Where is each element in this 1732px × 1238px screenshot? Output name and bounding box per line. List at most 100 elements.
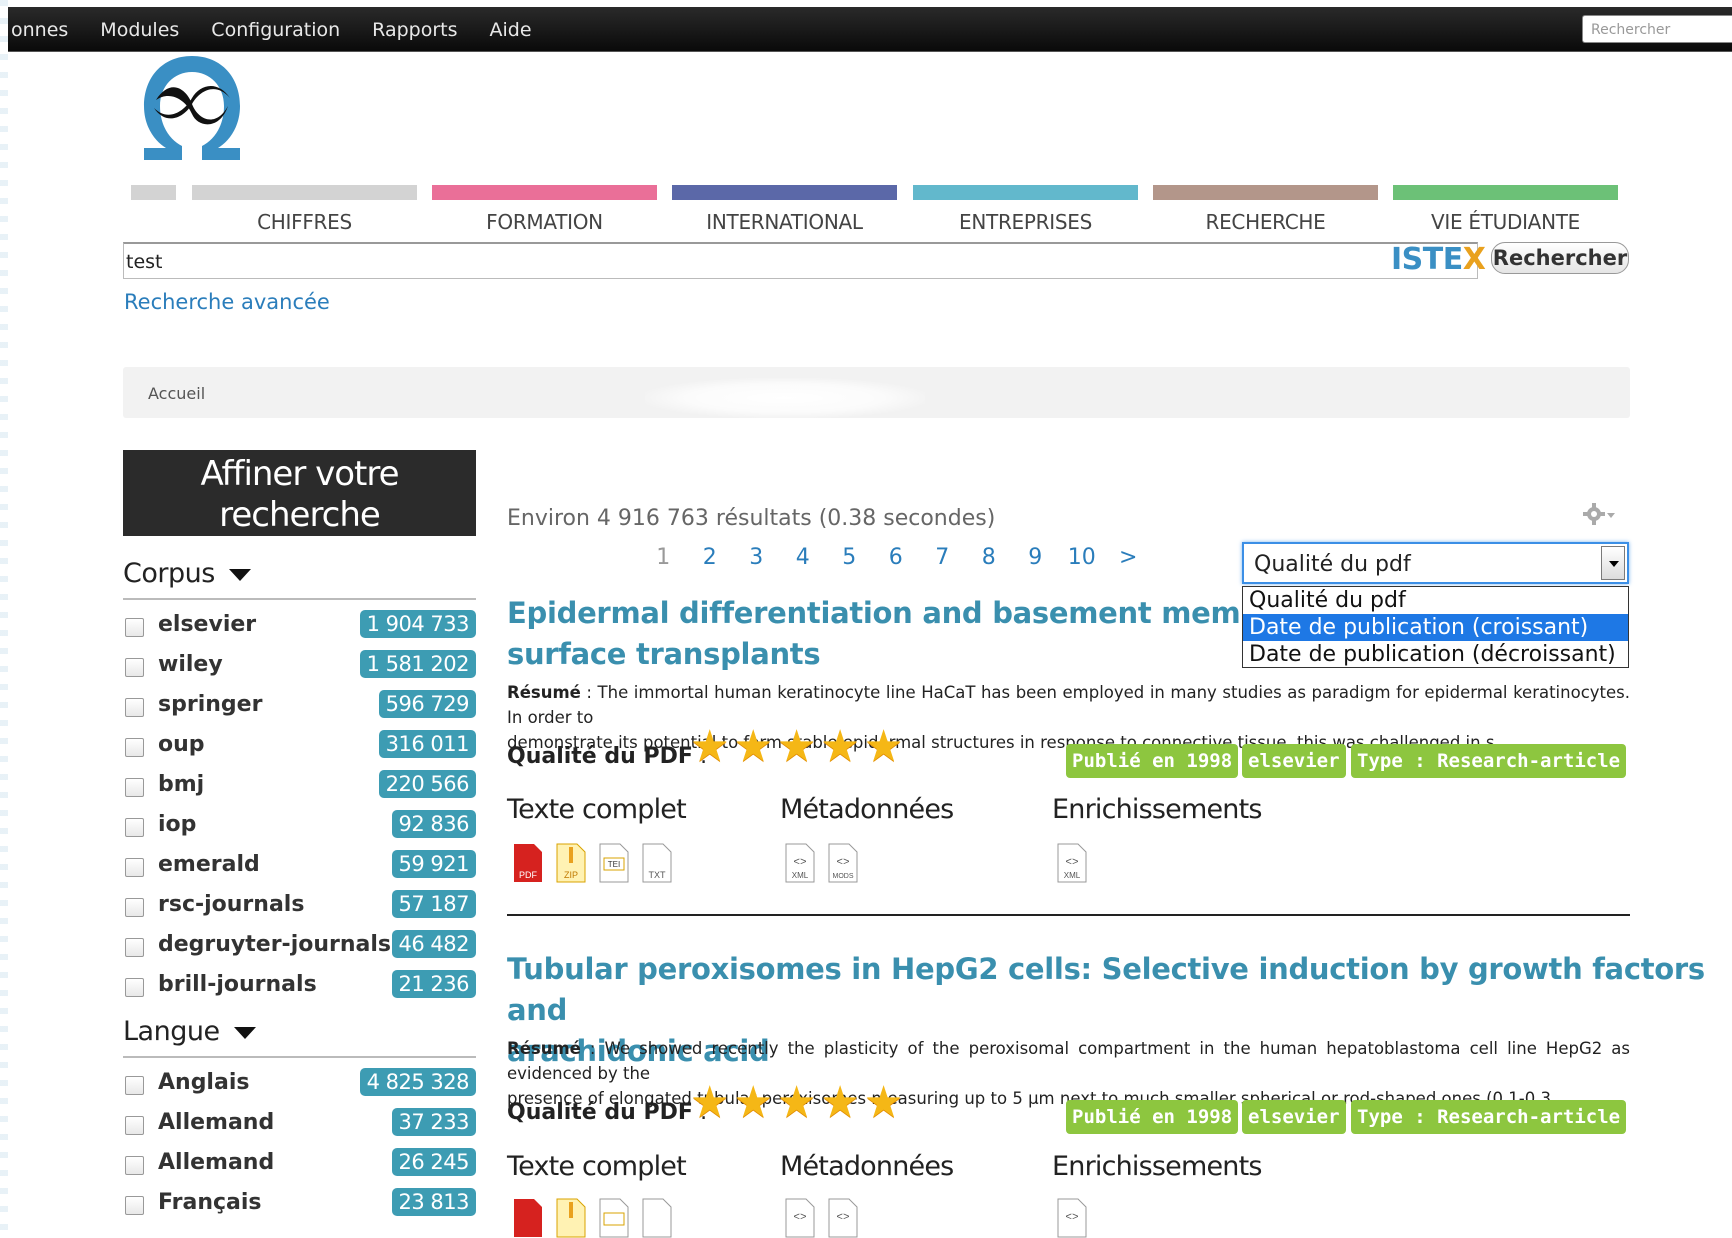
facet-item-brill-journals[interactable]: brill-journals 21 236 bbox=[123, 968, 476, 1004]
facet-item-anglais[interactable]: Anglais 4 825 328 bbox=[123, 1066, 476, 1102]
nav-color-bar-small bbox=[131, 185, 176, 200]
search-button[interactable]: Rechercher bbox=[1491, 242, 1629, 274]
checkbox[interactable] bbox=[125, 1196, 144, 1215]
facet-item-francais[interactable]: Français 23 813 bbox=[123, 1186, 476, 1222]
facet-item-iop[interactable]: iop 92 836 bbox=[123, 808, 476, 844]
page-7[interactable]: 7 bbox=[919, 545, 966, 570]
zip-file-icon[interactable] bbox=[556, 1198, 586, 1238]
nav-chiffres[interactable]: CHIFFRES bbox=[192, 210, 417, 234]
checkbox[interactable] bbox=[125, 898, 144, 917]
facet-langue-title[interactable]: Langue bbox=[123, 1016, 256, 1047]
nav-formation[interactable]: FORMATION bbox=[432, 210, 657, 234]
pagination: 1 2 3 4 5 6 7 8 9 10 > bbox=[640, 545, 1152, 570]
facet-item-springer[interactable]: springer 596 729 bbox=[123, 688, 476, 724]
xml-file-icon[interactable]: <> XML bbox=[785, 843, 815, 883]
facet-item-bmj[interactable]: bmj 220 566 bbox=[123, 768, 476, 804]
facet-corpus-title[interactable]: Corpus bbox=[123, 558, 251, 589]
checkbox[interactable] bbox=[125, 738, 144, 757]
menu-item-aide[interactable]: Aide bbox=[490, 19, 532, 41]
facet-item-oup[interactable]: oup 316 011 bbox=[123, 728, 476, 764]
checkbox[interactable] bbox=[125, 658, 144, 677]
svg-text:<>: <> bbox=[793, 857, 806, 869]
sort-option-date-desc[interactable]: Date de publication (décroissant) bbox=[1243, 641, 1628, 668]
pdf-file-icon[interactable]: PDF bbox=[513, 843, 543, 883]
caret-down-icon bbox=[233, 1026, 256, 1039]
breadcrumb-home[interactable]: Accueil bbox=[148, 384, 205, 403]
nav-color-bar-international bbox=[672, 185, 897, 200]
facet-item-degruyter-journals[interactable]: degruyter-journals 46 482 bbox=[123, 928, 476, 964]
star-icon: ★ bbox=[863, 1078, 904, 1127]
sort-option-qualite[interactable]: Qualité du pdf bbox=[1243, 587, 1628, 614]
tei-file-icon[interactable]: TEI bbox=[599, 843, 629, 883]
dropdown-arrow-icon[interactable] bbox=[1601, 546, 1625, 580]
svg-text:ZIP: ZIP bbox=[564, 870, 578, 880]
facet-item-elsevier[interactable]: elsevier 1 904 733 bbox=[123, 608, 476, 644]
mods-file-icon[interactable]: <> bbox=[828, 1198, 858, 1238]
tag-published[interactable]: Publié en 1998 bbox=[1066, 1100, 1239, 1134]
zip-file-icon[interactable]: ZIP bbox=[556, 843, 586, 883]
facet-item-allemand[interactable]: Allemand 37 233 bbox=[123, 1106, 476, 1142]
svg-text:<>: <> bbox=[1065, 1212, 1078, 1224]
checkbox[interactable] bbox=[125, 1076, 144, 1095]
facet-item-allemand-2[interactable]: Allemand 26 245 bbox=[123, 1146, 476, 1182]
checkbox[interactable] bbox=[125, 938, 144, 957]
facet-item-emerald[interactable]: emerald 59 921 bbox=[123, 848, 476, 884]
nav-recherche[interactable]: RECHERCHE bbox=[1153, 210, 1378, 234]
menu-item-rapports[interactable]: Rapports bbox=[372, 19, 457, 41]
xml-file-icon[interactable]: <> bbox=[785, 1198, 815, 1238]
checkbox[interactable] bbox=[125, 858, 144, 877]
page-2[interactable]: 2 bbox=[687, 545, 734, 570]
nav-vie-etudiante[interactable]: VIE ÉTUDIANTE bbox=[1393, 210, 1618, 234]
pdf-quality-label: Qualité du PDF : bbox=[507, 1100, 708, 1125]
checkbox[interactable] bbox=[125, 618, 144, 637]
xml-enrichment-icon[interactable]: <> bbox=[1057, 1198, 1087, 1238]
nav-international[interactable]: INTERNATIONAL bbox=[672, 210, 897, 234]
page-8[interactable]: 8 bbox=[966, 545, 1013, 570]
menu-item-personnes[interactable]: onnes bbox=[11, 19, 68, 41]
txt-file-icon[interactable]: TXT bbox=[642, 843, 672, 883]
nav-color-bar-chiffres bbox=[192, 185, 417, 200]
redaction-smudge bbox=[645, 378, 925, 418]
count-badge: 220 566 bbox=[378, 770, 476, 798]
star-icon: ★ bbox=[690, 1078, 730, 1127]
nav-entreprises[interactable]: ENTREPRISES bbox=[913, 210, 1138, 234]
page-6[interactable]: 6 bbox=[873, 545, 920, 570]
checkbox[interactable] bbox=[125, 778, 144, 797]
tag-type[interactable]: Type : Research-article bbox=[1351, 744, 1627, 778]
xml-enrichment-icon[interactable]: <> XML bbox=[1057, 843, 1087, 883]
tag-published[interactable]: Publié en 1998 bbox=[1066, 744, 1239, 778]
menu-item-modules[interactable]: Modules bbox=[100, 19, 179, 41]
advanced-search-link[interactable]: Recherche avancée bbox=[124, 290, 330, 314]
facet-item-wiley[interactable]: wiley 1 581 202 bbox=[123, 648, 476, 684]
txt-file-icon[interactable] bbox=[642, 1198, 672, 1238]
checkbox[interactable] bbox=[125, 1116, 144, 1135]
page-3[interactable]: 3 bbox=[733, 545, 780, 570]
page-9[interactable]: 9 bbox=[1012, 545, 1059, 570]
tag-corpus[interactable]: elsevier bbox=[1242, 1100, 1346, 1134]
tei-file-icon[interactable] bbox=[599, 1198, 629, 1238]
mods-file-icon[interactable]: <> MODS bbox=[828, 843, 858, 883]
count-badge: 23 813 bbox=[391, 1188, 476, 1216]
settings-gear-icon[interactable] bbox=[1582, 501, 1616, 527]
checkbox[interactable] bbox=[125, 1156, 144, 1175]
search-input[interactable]: test bbox=[123, 242, 1478, 279]
page-4[interactable]: 4 bbox=[780, 545, 827, 570]
sort-option-date-asc[interactable]: Date de publication (croissant) bbox=[1243, 614, 1628, 641]
checkbox[interactable] bbox=[125, 978, 144, 997]
tag-corpus[interactable]: elsevier bbox=[1242, 744, 1346, 778]
sort-select[interactable]: Qualité du pdf bbox=[1242, 542, 1629, 584]
page-5[interactable]: 5 bbox=[826, 545, 873, 570]
checkbox[interactable] bbox=[125, 818, 144, 837]
checkbox[interactable] bbox=[125, 698, 144, 717]
pdf-quality-label: Qualité du PDF : bbox=[507, 744, 708, 769]
facet-divider bbox=[123, 598, 476, 600]
facet-divider bbox=[123, 1056, 476, 1058]
page-next[interactable]: > bbox=[1105, 545, 1152, 570]
top-search-input[interactable]: Rechercher bbox=[1582, 15, 1732, 43]
tag-type[interactable]: Type : Research-article bbox=[1351, 1100, 1627, 1134]
pdf-file-icon[interactable] bbox=[513, 1198, 543, 1238]
facet-item-rsc-journals[interactable]: rsc-journals 57 187 bbox=[123, 888, 476, 924]
svg-text:XML: XML bbox=[792, 871, 809, 880]
menu-item-configuration[interactable]: Configuration bbox=[211, 19, 340, 41]
page-10[interactable]: 10 bbox=[1059, 545, 1106, 570]
